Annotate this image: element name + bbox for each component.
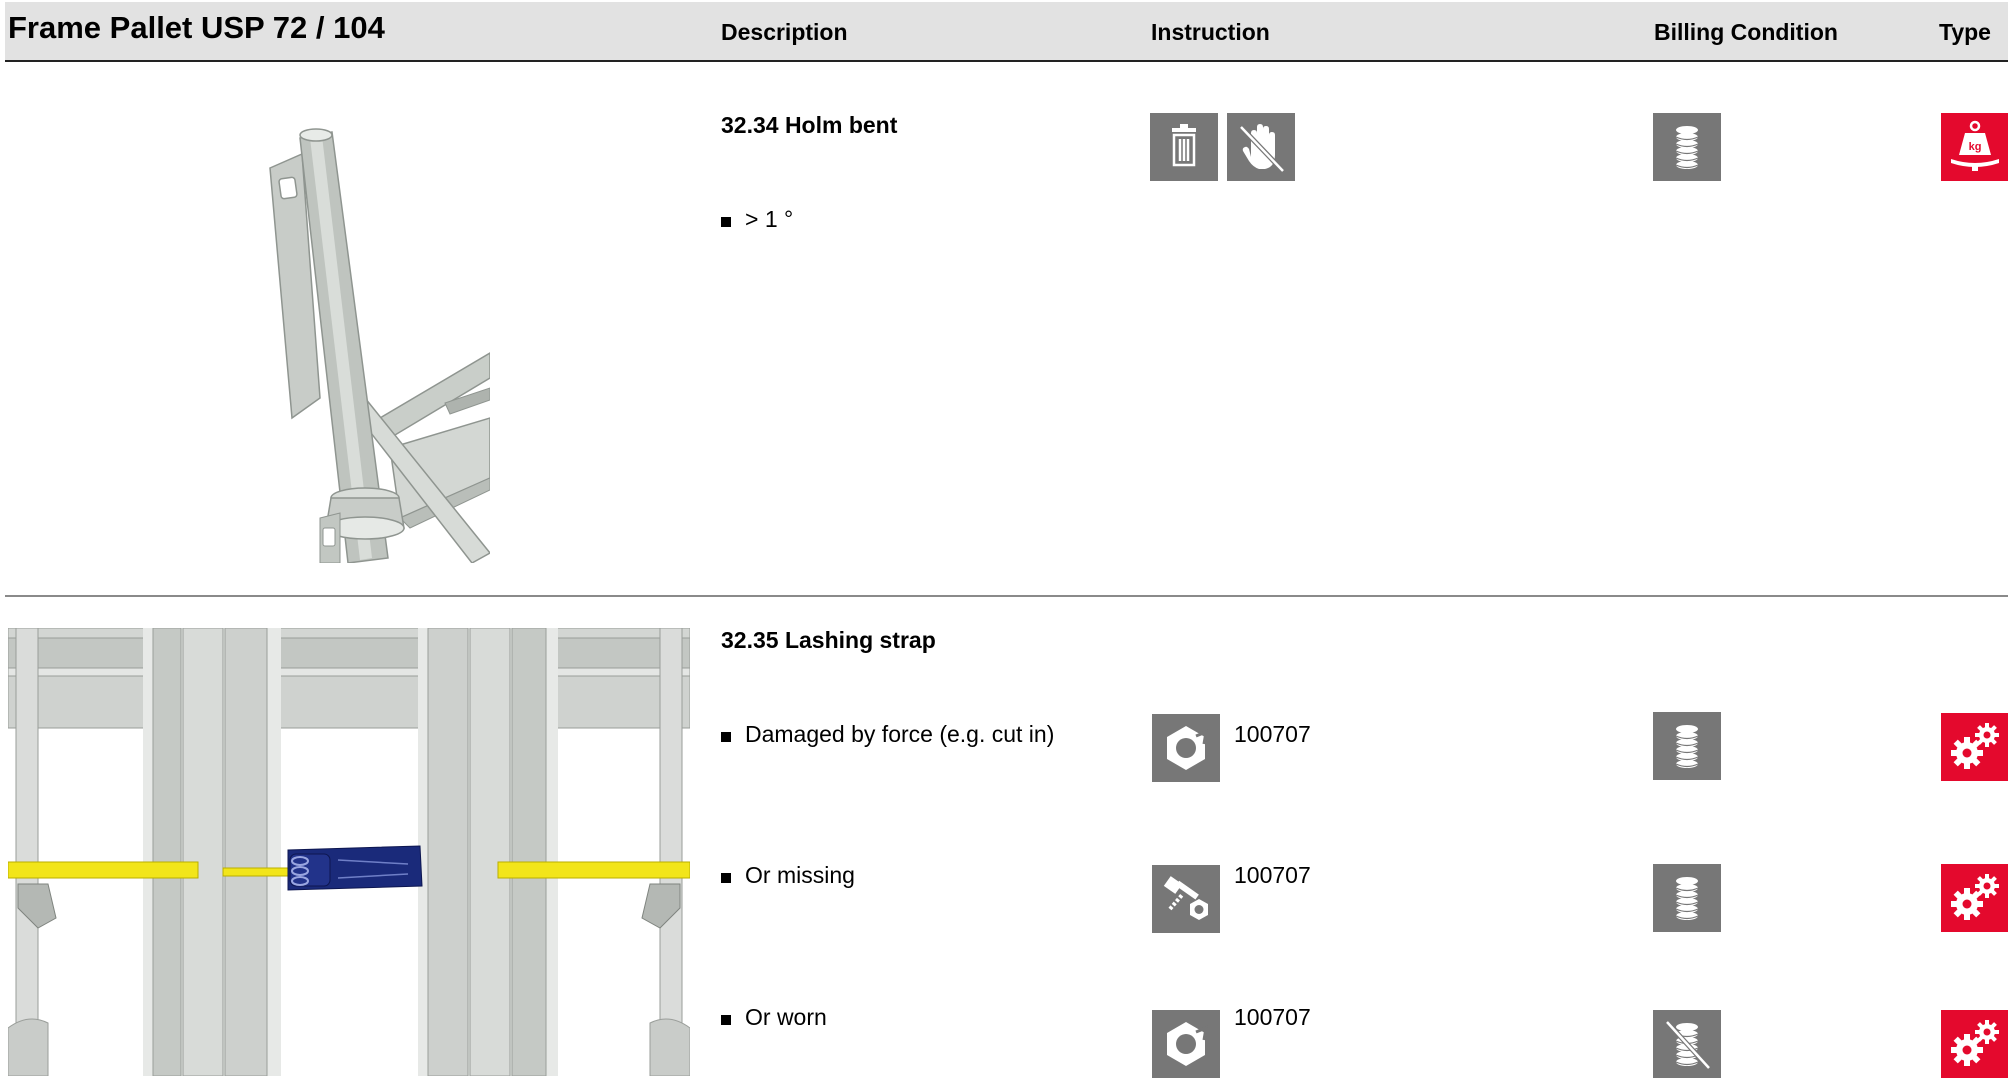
- bullet-square: [721, 216, 731, 227]
- coin-stack-icon: [1653, 113, 1721, 181]
- defect-text: Or worn: [745, 1004, 827, 1030]
- holm-bent-illustration: [240, 118, 492, 564]
- defect-text: > 1 °: [745, 206, 794, 232]
- svg-text:kg: kg: [1969, 141, 1982, 153]
- weight-kg-icon: kg: [1941, 113, 2008, 181]
- coin-stack-icon: [1653, 864, 1721, 932]
- lashing-strap-illustration: [7, 627, 691, 1077]
- part-number: 100707: [1234, 721, 1311, 747]
- bullet-square: [721, 872, 731, 883]
- table-header: Frame Pallet USP 72 / 104 Description In…: [5, 2, 2008, 62]
- section-title-lashing-strap: 32.35 Lashing strap: [721, 627, 936, 653]
- trash-scrap-icon: [1150, 113, 1218, 181]
- bullet-square: [721, 1014, 731, 1025]
- list-item: Or missing: [721, 862, 855, 889]
- gears-repair-icon: [1941, 1010, 2008, 1078]
- nut-replace-icon: [1152, 1010, 1220, 1078]
- list-item: > 1 °: [721, 206, 793, 233]
- coin-stack-icon: [1653, 712, 1721, 780]
- section-divider: [5, 595, 2008, 597]
- defect-text: Damaged by force (e.g. cut in): [745, 721, 1055, 747]
- nut-replace-icon: [1152, 714, 1220, 782]
- do-not-touch-hand-icon: [1227, 113, 1295, 181]
- list-item: Damaged by force (e.g. cut in): [721, 721, 1054, 748]
- column-header-type: Type: [1939, 19, 1991, 45]
- column-header-instruction: Instruction: [1151, 19, 1270, 45]
- coin-stack-crossed-icon: [1653, 1010, 1721, 1078]
- gears-repair-icon: [1941, 864, 2008, 932]
- column-header-billing: Billing Condition: [1654, 19, 1838, 45]
- bolt-and-nut-icon: [1152, 865, 1220, 933]
- part-number: 100707: [1234, 1004, 1311, 1030]
- gears-repair-icon: [1941, 713, 2008, 781]
- page-title: Frame Pallet USP 72 / 104: [8, 10, 385, 45]
- part-number: 100707: [1234, 862, 1311, 888]
- list-item: Or worn: [721, 1004, 827, 1031]
- defect-text: Or missing: [745, 862, 855, 888]
- column-header-description: Description: [721, 19, 848, 45]
- section-title-holm-bent: 32.34 Holm bent: [721, 112, 898, 138]
- bullet-square: [721, 731, 731, 742]
